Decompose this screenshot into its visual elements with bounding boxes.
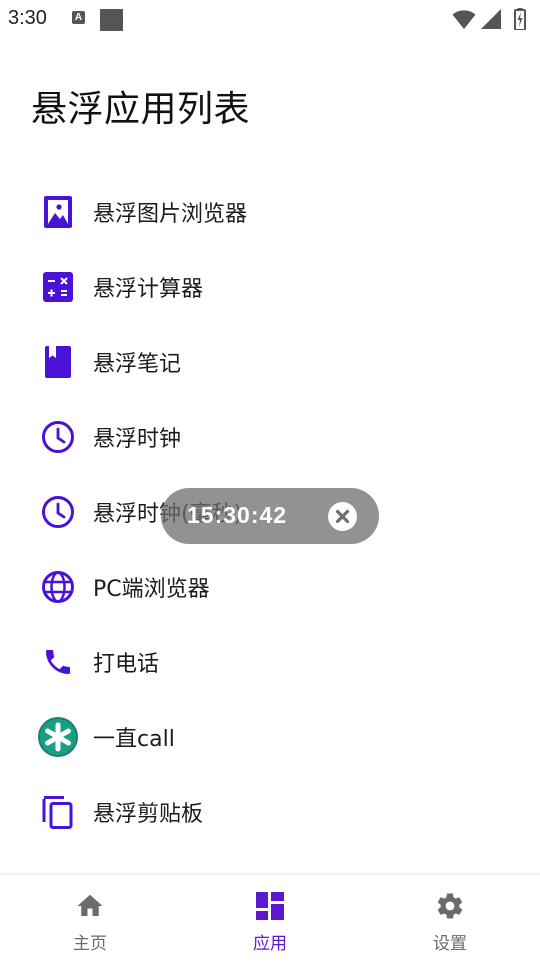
app-item-label: 悬浮笔记 <box>93 351 182 377</box>
globe-icon <box>38 567 78 607</box>
image-icon <box>38 192 78 232</box>
nav-item-home[interactable]: 主页 <box>0 875 180 961</box>
battery-charging-icon <box>514 8 526 30</box>
call-app-logo-icon <box>38 716 78 757</box>
nav-label: 应用 <box>253 934 287 954</box>
app-item-label: 悬浮图片浏览器 <box>93 201 248 227</box>
app-item-label: 悬浮剪贴板 <box>93 801 204 827</box>
app-item-clock[interactable]: 悬浮时钟 <box>0 399 540 474</box>
app-item-phone[interactable]: 打电话 <box>0 624 540 699</box>
app-item-always-call[interactable]: 一直call <box>0 699 540 774</box>
clock-icon <box>38 492 78 532</box>
app-item-label: PC端浏览器 <box>93 576 210 602</box>
status-time: 3:30 <box>8 7 47 29</box>
app-item-label: 悬浮时钟 <box>93 426 182 452</box>
bottom-nav: 主页 应用 设置 <box>0 874 540 961</box>
app-item-label: 打电话 <box>93 651 160 677</box>
app-item-label: 一直call <box>93 726 175 752</box>
signal-icon <box>481 9 501 29</box>
close-circle-icon[interactable] <box>328 502 357 531</box>
status-system-icons <box>452 8 532 30</box>
phone-icon <box>38 642 78 682</box>
calculator-icon <box>38 267 78 307</box>
app-item-notes[interactable]: 悬浮笔记 <box>0 324 540 399</box>
clock-icon <box>38 417 78 457</box>
wifi-icon <box>452 10 476 29</box>
square-notification-icon <box>100 9 123 31</box>
page-title: 悬浮应用列表 <box>31 89 251 130</box>
nav-item-settings[interactable]: 设置 <box>360 875 540 961</box>
home-icon <box>75 891 105 921</box>
floating-clock-overlay[interactable]: 15:30:42 <box>161 488 379 544</box>
app-item-image-browser[interactable]: 悬浮图片浏览器 <box>0 174 540 249</box>
app-item-calculator[interactable]: 悬浮计算器 <box>0 249 540 324</box>
status-bar: 3:30 A <box>0 0 540 38</box>
nav-label: 设置 <box>433 934 467 954</box>
app-item-label: 悬浮计算器 <box>93 276 204 302</box>
app-item-pc-browser[interactable]: PC端浏览器 <box>0 549 540 624</box>
nav-item-apps[interactable]: 应用 <box>180 875 360 961</box>
gear-icon <box>435 891 465 921</box>
dashboard-icon <box>255 891 285 921</box>
bookmark-book-icon <box>38 342 78 382</box>
copy-icon <box>38 792 78 832</box>
nav-label: 主页 <box>73 934 107 954</box>
app-item-clipboard[interactable]: 悬浮剪贴板 <box>0 774 540 849</box>
floating-clock-time: 15:30:42 <box>187 502 288 528</box>
a-notification-icon: A <box>72 11 85 24</box>
